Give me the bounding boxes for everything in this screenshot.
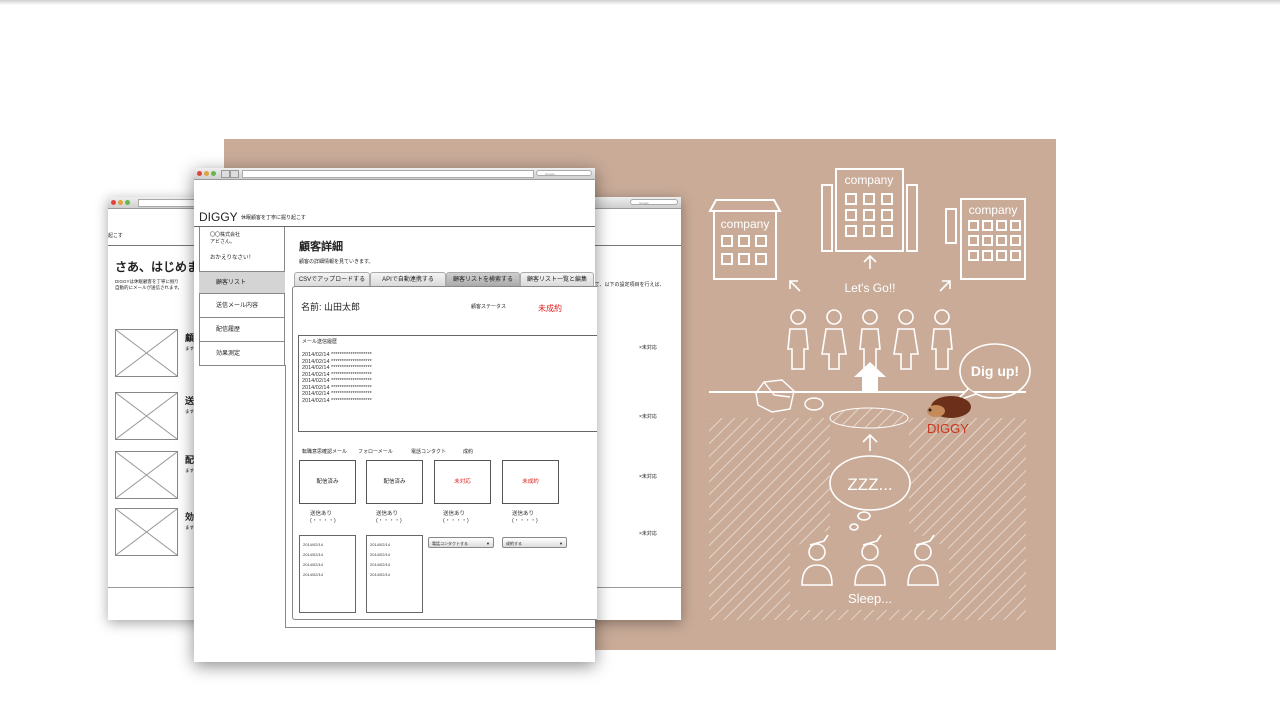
tab-customer-search[interactable]: 顧客リストを検索する <box>446 272 520 287</box>
customer-status-value: 未成約 <box>538 304 562 313</box>
sent-label: 送信あり <box>512 511 535 517</box>
step-status-follow-mail: 配信済み <box>366 460 423 504</box>
sent-label: 送信あり <box>376 511 399 517</box>
status-unhandled-4: ×未対応 <box>639 531 657 537</box>
step-sub-1: ます <box>185 346 194 351</box>
sent-sub: (・・・・) <box>443 518 469 524</box>
image-placeholder-4 <box>115 508 178 556</box>
diggy-hedgehog-icon <box>927 396 971 418</box>
mail-history-row: 2014/02/14 ******************* <box>302 397 372 404</box>
step-title-3: 配 <box>185 455 195 465</box>
sidebar-item-mail-content[interactable]: 送信メール内容 <box>199 295 285 318</box>
close-dot-icon[interactable] <box>111 200 116 205</box>
forward-button[interactable] <box>230 170 239 178</box>
back-button[interactable] <box>221 170 230 178</box>
step-sub-4: ます <box>185 525 194 530</box>
minimize-dot-icon[interactable] <box>118 200 123 205</box>
company-building-left <box>708 199 782 280</box>
user-name: アビさん。 <box>210 239 236 245</box>
image-placeholder-1 <box>115 329 178 377</box>
top-shadow-line <box>0 0 1280 5</box>
step-label-phone-contact: 電話コンタクト <box>411 449 447 455</box>
sidebar-item-delivery-history[interactable]: 配信履歴 <box>199 319 285 342</box>
sent-label: 送信あり <box>443 511 466 517</box>
image-placeholder-3 <box>115 451 178 499</box>
step-label-follow-mail: フォローメール <box>358 449 393 455</box>
step-status-deal: 未成約 <box>502 460 559 504</box>
app-tagline: 休眠顧客を丁寧に掘り起こす <box>241 215 306 221</box>
hole-up-arrow <box>854 362 886 392</box>
sleep-text: Sleep... <box>848 591 892 606</box>
browser-search-field[interactable]: Google <box>630 199 678 205</box>
browser-search-field[interactable]: Google <box>536 170 592 176</box>
hole-opening <box>829 407 909 429</box>
tab-api-integration[interactable]: APIで自動連携する <box>370 272 446 287</box>
setup-intro-fragment: って、以下の設定項目を行えば、 <box>590 282 665 288</box>
minimize-dot-icon[interactable] <box>204 171 209 176</box>
maximize-dot-icon[interactable] <box>125 200 130 205</box>
status-unhandled-2: ×未対応 <box>639 414 657 420</box>
send-log-confirm-mail: 2014/02/14 2014/02/14 2014/02/14 2014/02… <box>299 535 356 613</box>
lets-go-text: Let's Go!! <box>845 281 896 295</box>
diggy-logo[interactable]: DIGGY <box>199 210 238 224</box>
sent-sub: (・・・・) <box>310 518 336 524</box>
tagline-fragment: 起こす <box>108 233 123 239</box>
chevron-down-icon: ▼ <box>559 541 563 546</box>
status-unhandled-1: ×未対応 <box>639 345 657 351</box>
people-group <box>787 309 953 370</box>
mail-history-title: メール送信履歴 <box>302 339 338 345</box>
step-title-4: 効 <box>185 512 195 522</box>
step-status-phone-contact: 未対応 <box>434 460 491 504</box>
window-chrome: Google <box>194 168 595 180</box>
step-title-2: 送 <box>185 396 195 406</box>
content-left-border <box>285 365 286 627</box>
zzz-text: ZZZ... <box>847 475 892 494</box>
tab-csv-upload[interactable]: CSVでアップロードする <box>294 272 370 287</box>
step-label-confirm-mail: 転職意思確認メール <box>302 449 348 455</box>
tab-customer-list-edit[interactable]: 顧客リスト一覧と編集 <box>520 272 594 287</box>
company-label-left: company <box>721 217 770 231</box>
phone-contact-select[interactable]: 電話コンタクトする ▼ <box>428 537 494 548</box>
step-sub-2: ます <box>185 409 194 414</box>
address-bar[interactable] <box>242 170 534 178</box>
sent-sub: (・・・・) <box>376 518 402 524</box>
step-label-deal: 成約 <box>463 449 474 455</box>
page-description: 顧客の詳細情報を見ていきます。 <box>299 259 374 265</box>
intro-line-2: 自動的にメールが送信されます。 <box>115 285 183 290</box>
page-title: 顧客詳細 <box>299 241 343 253</box>
maximize-dot-icon[interactable] <box>211 171 216 176</box>
sidebar-item-effect-measurement[interactable]: 効果測定 <box>199 343 285 366</box>
welcome-back-text: おかえりなさい！ <box>210 255 255 261</box>
chevron-down-icon: ▼ <box>486 541 490 546</box>
close-dot-icon[interactable] <box>197 171 202 176</box>
deal-select[interactable]: 成約する ▼ <box>502 537 567 548</box>
customer-name: 名前: 山田太郎 <box>301 302 361 312</box>
company-label-center: company <box>845 173 894 187</box>
diggy-brand-text: DIGGY <box>927 421 969 436</box>
image-placeholder-2 <box>115 392 178 440</box>
company-name: 〇〇株式会社 <box>210 232 241 238</box>
send-log-follow-mail: 2014/02/14 2014/02/14 2014/02/14 2014/02… <box>366 535 423 613</box>
sent-sub: (・・・・) <box>512 518 538 524</box>
sidebar-item-customer-list[interactable]: 顧客リスト <box>199 271 285 294</box>
customer-status-label: 顧客ステータス <box>471 304 507 310</box>
step-status-confirm-mail: 配信済み <box>299 460 356 504</box>
sent-label: 送信あり <box>310 511 333 517</box>
step-title-1: 顧 <box>185 333 195 343</box>
content-bottom-border <box>285 627 595 628</box>
company-label-right: company <box>969 203 1018 217</box>
step-sub-3: ます <box>185 468 194 473</box>
status-unhandled-3: ×未対応 <box>639 474 657 480</box>
dig-up-text: Dig up! <box>971 363 1019 379</box>
rocks <box>755 379 824 413</box>
